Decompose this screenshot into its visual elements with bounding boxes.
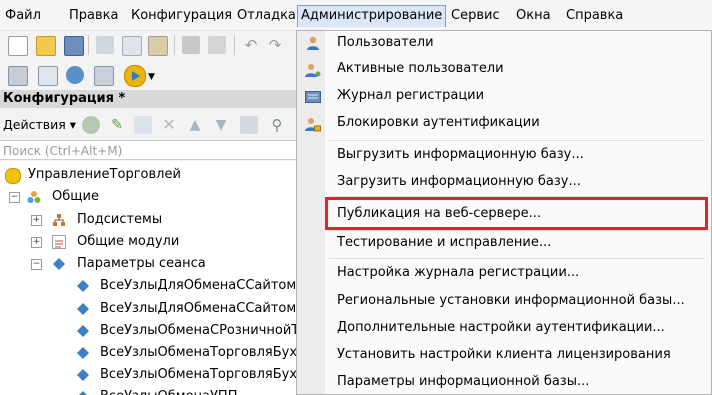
- param-icon: [76, 324, 90, 338]
- search-input[interactable]: Поиск (Ctrl+Alt+M): [0, 140, 300, 160]
- expand-icon[interactable]: +: [31, 237, 42, 248]
- menu-debug[interactable]: Отладка: [234, 6, 299, 26]
- menu-administration[interactable]: Администрирование: [297, 5, 447, 27]
- menu-icon-strip: [297, 31, 325, 394]
- actions-dropdown[interactable]: Действия ▾: [3, 117, 76, 132]
- toolbar-separator: [88, 35, 89, 55]
- param-icon: [76, 302, 90, 316]
- menu-item-license-client-settings[interactable]: Установить настройки клиента лицензирова…: [337, 343, 671, 367]
- menu-item-users[interactable]: Пользователи: [337, 31, 434, 55]
- event-log-icon: [305, 89, 321, 105]
- menu-windows[interactable]: Окна: [513, 6, 554, 26]
- menu-item-export-infobase[interactable]: Выгрузить информационную базу...: [337, 143, 584, 167]
- list-icon[interactable]: [94, 66, 114, 86]
- menu-edit[interactable]: Правка: [66, 6, 121, 26]
- chevron-down-icon[interactable]: ▼: [148, 66, 158, 84]
- menu-separator: [329, 140, 705, 141]
- menu-item-regional-settings[interactable]: Региональные установки информационной ба…: [337, 289, 685, 313]
- menu-item-extra-auth-settings[interactable]: Дополнительные настройки аутентификации.…: [337, 316, 665, 340]
- expand-icon[interactable]: +: [31, 215, 42, 226]
- menu-item-test-and-repair[interactable]: Тестирование и исправление...: [337, 231, 551, 255]
- new-file-icon[interactable]: [8, 36, 28, 56]
- menu-item-event-log[interactable]: Журнал регистрации: [337, 84, 484, 108]
- copy-icon[interactable]: [122, 36, 142, 56]
- toolbar-separator: [234, 35, 235, 55]
- secondary-toolbar: ▼: [0, 60, 300, 90]
- active-users-icon: [305, 62, 321, 78]
- menu-item-active-users[interactable]: Активные пользователи: [337, 57, 504, 81]
- menu-file[interactable]: Файл: [2, 6, 44, 26]
- menu-item-auth-locks[interactable]: Блокировки аутентификации: [337, 111, 540, 135]
- configuration-icon: [5, 168, 21, 184]
- menu-separator: [329, 258, 705, 259]
- collapse-icon[interactable]: −: [31, 259, 42, 270]
- main-toolbar: ↶ ↷: [0, 30, 300, 60]
- move-up-icon[interactable]: ▲: [186, 116, 204, 134]
- print-icon[interactable]: [182, 36, 200, 54]
- panel-title: Конфигурация *: [0, 90, 303, 108]
- session-param-icon: [52, 257, 66, 271]
- common-icon: [27, 190, 41, 204]
- user-lock-icon: [305, 116, 321, 132]
- run-debug-icon[interactable]: [124, 65, 146, 87]
- move-down-icon[interactable]: ▼: [212, 116, 230, 134]
- redo-icon[interactable]: ↷: [266, 36, 284, 54]
- sort-icon[interactable]: [240, 116, 258, 134]
- highlight-box: [325, 197, 708, 230]
- filter-icon[interactable]: ⚲: [268, 116, 286, 134]
- param-icon: [76, 346, 90, 360]
- param-icon: [76, 368, 90, 382]
- cut-icon[interactable]: [96, 36, 114, 54]
- menu-configuration[interactable]: Конфигурация: [128, 6, 235, 26]
- panel-actions-toolbar: Действия ▾ ✎ ✕ ▲ ▼ ⚲: [0, 112, 300, 138]
- add-icon[interactable]: [82, 116, 100, 134]
- configuration-tree: УправлениеТорговлей − Общие + Подсистемы…: [0, 161, 300, 395]
- menu-item-infobase-parameters[interactable]: Параметры информационной базы...: [337, 370, 589, 394]
- config-window-icon[interactable]: [8, 66, 28, 86]
- menu-item-import-infobase[interactable]: Загрузить информационную базу...: [337, 170, 581, 194]
- copy-item-icon[interactable]: [134, 116, 152, 134]
- param-icon: [76, 279, 90, 293]
- menu-help[interactable]: Справка: [563, 6, 626, 26]
- toolbar-separator: [174, 35, 175, 55]
- menu-service[interactable]: Сервис: [448, 6, 503, 26]
- collapse-icon[interactable]: −: [9, 192, 20, 203]
- edit-icon[interactable]: ✎: [108, 116, 126, 134]
- save-icon[interactable]: [64, 36, 84, 56]
- paste-icon[interactable]: [148, 36, 168, 56]
- param-icon: [76, 390, 90, 395]
- delete-icon[interactable]: ✕: [160, 116, 178, 134]
- module-icon: [52, 235, 66, 249]
- menu-item-event-log-settings[interactable]: Настройка журнала регистрации...: [337, 261, 579, 285]
- database-icon[interactable]: [66, 66, 84, 84]
- undo-icon[interactable]: ↶: [242, 36, 260, 54]
- open-folder-icon[interactable]: [36, 36, 56, 56]
- print-preview-icon[interactable]: [208, 36, 226, 54]
- subsystems-icon: [52, 213, 66, 227]
- menu-bar: Файл Правка Конфигурация Отладка Админис…: [0, 0, 712, 31]
- user-icon: [305, 35, 321, 51]
- compare-icon[interactable]: [38, 66, 58, 86]
